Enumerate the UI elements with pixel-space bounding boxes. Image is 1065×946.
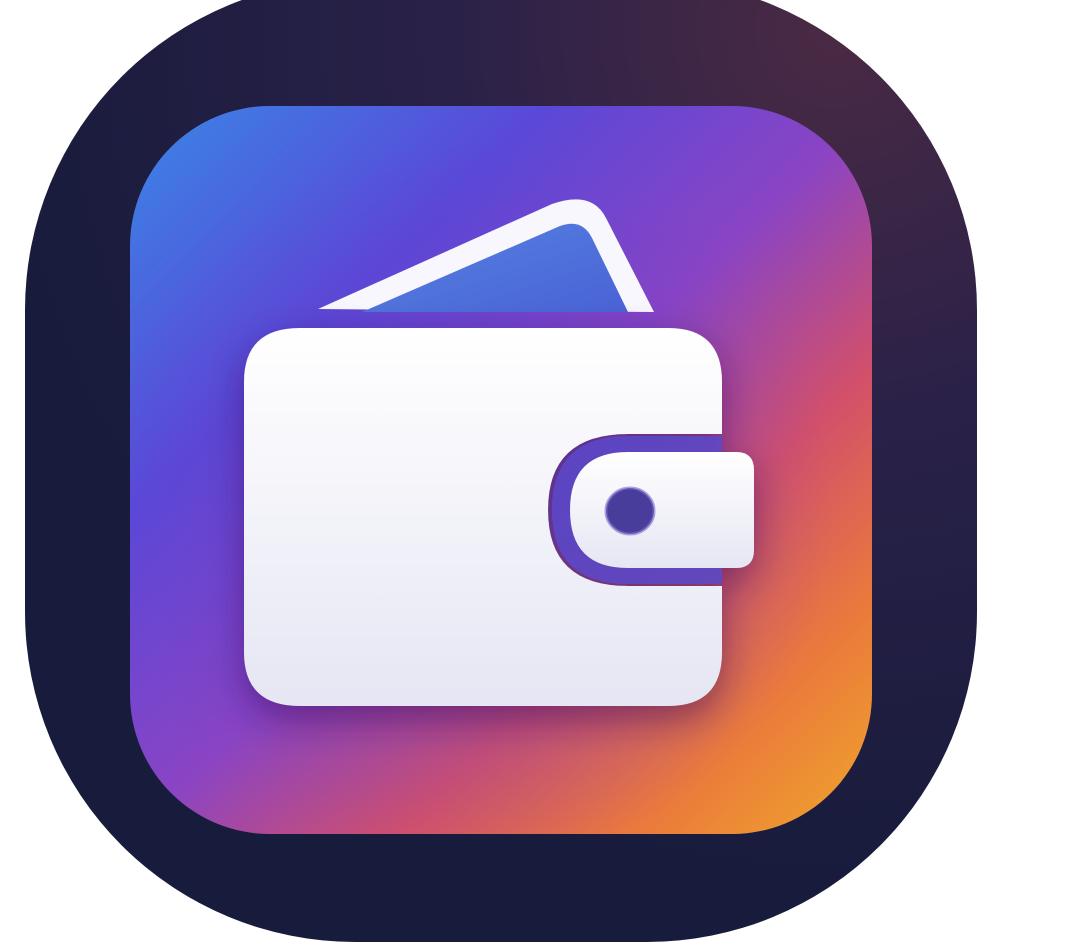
wallet-clasp bbox=[570, 452, 754, 568]
wallet-icon bbox=[244, 328, 754, 706]
wallet-app-icon bbox=[25, 0, 977, 942]
app-icon-stage bbox=[0, 0, 1065, 946]
